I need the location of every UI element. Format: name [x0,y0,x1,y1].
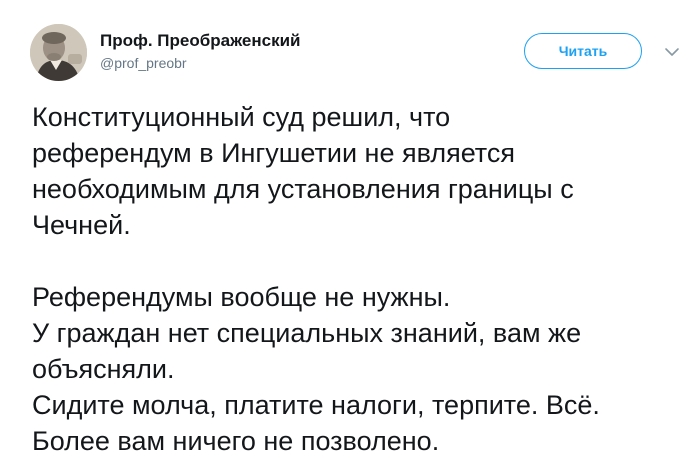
tweet-text-line: Более вам ничего не позволено. [32,426,440,456]
tweet-text: Конституционный суд решил, что референду… [32,99,682,459]
tweet-text-line: Чечней. [32,210,131,240]
chevron-down-icon[interactable] [664,44,680,60]
avatar-photo-icon [30,24,87,81]
tweet-text-line: необходимым для установления границы с [32,174,574,204]
tweet-text-line: Сидите молча, платите налоги, терпите. В… [32,390,600,420]
author-handle[interactable]: @prof_preobr [100,54,301,72]
tweet-text-line: объясняли. [32,354,175,384]
tweet-card: Проф. Преображенский @prof_preobr Читать… [0,0,694,473]
tweet-text-line: Референдумы вообще не нужны. [32,282,451,312]
tweet-text-line: У граждан нет специальных знаний, вам же [32,318,582,348]
author-display-name[interactable]: Проф. Преображенский [100,31,301,51]
author-avatar[interactable] [30,24,87,81]
tweet-text-line: референдум в Ингушетии не является [32,138,515,168]
follow-button[interactable]: Читать [524,33,642,69]
tweet-text-line: Конституционный суд решил, что [32,102,451,132]
author-info: Проф. Преображенский @prof_preobr [100,31,301,72]
